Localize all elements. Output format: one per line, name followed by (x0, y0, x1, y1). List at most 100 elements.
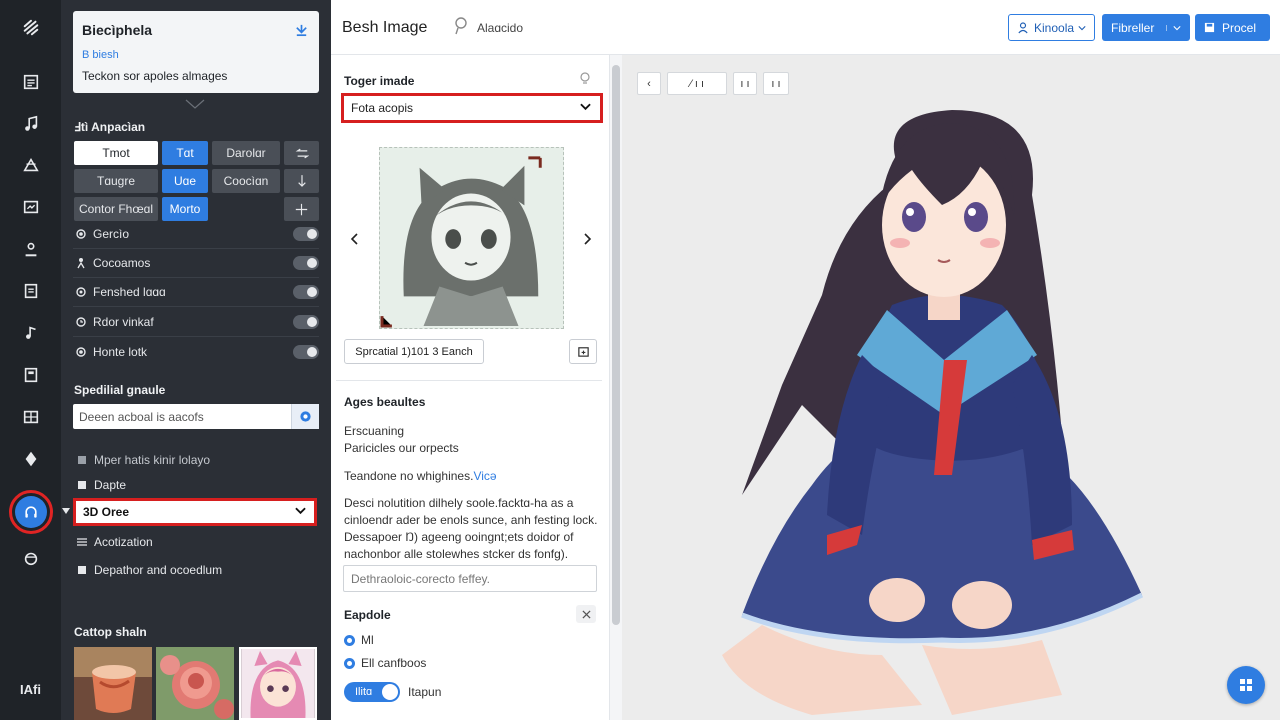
toggle-label: Gercìo (93, 226, 130, 241)
gallery-thumb-rose[interactable] (156, 647, 234, 720)
option-button-1[interactable]: Tmot (74, 141, 158, 165)
option-button-8[interactable]: Morto (162, 197, 208, 221)
radio-label: Ml (361, 633, 374, 647)
ages-line-1: Erscuaning (344, 424, 405, 438)
list-row-2[interactable]: Dapte (75, 478, 126, 492)
square-icon (75, 480, 89, 490)
chevron-right-icon[interactable] (584, 233, 592, 245)
toggle-row-4[interactable]: Rdor vinkaf (73, 307, 319, 337)
toggle-label: Cocoamos (93, 255, 151, 270)
music-icon[interactable] (12, 107, 50, 141)
feature-button[interactable]: Fibreller (1102, 14, 1190, 41)
shape-icon[interactable] (12, 148, 50, 182)
chevron-down-icon (295, 507, 306, 515)
list-row-label: Mper hatis kinir lolayo (94, 453, 211, 467)
diamond-icon[interactable] (12, 442, 50, 476)
option-button-4[interactable]: Tɑugre (74, 169, 158, 193)
close-button[interactable] (576, 605, 596, 623)
toggle-row-3[interactable]: Fenshed lɑɑɑ (73, 277, 319, 307)
section-label: Ⅎtì Anpacìan (74, 120, 146, 134)
style-select[interactable]: 3D Oree (73, 498, 317, 526)
circle-icon[interactable] (12, 541, 50, 575)
account-button[interactable]: Kinoola (1008, 14, 1095, 41)
toolbar-align-button[interactable]: ⁄ ı ı (667, 72, 727, 95)
option-button-7[interactable]: Contor Fhœɑl (74, 197, 158, 221)
list-row-1[interactable]: Mper hatis kinir lolayo (75, 453, 210, 467)
note-icon[interactable] (12, 316, 50, 350)
chevron-down-icon (580, 103, 591, 111)
toggle-row-5[interactable]: Honte lotk (73, 337, 319, 367)
prompt-heading-link[interactable]: Vicə (473, 469, 496, 483)
target-select[interactable]: Fota acopis (341, 93, 603, 123)
chevron-left-icon[interactable] (350, 233, 358, 245)
crop-button[interactable] (569, 339, 597, 364)
toolbar-back-button[interactable]: ‹ (637, 72, 661, 95)
special-input-value: Deeen acboal is aacofs (79, 409, 204, 424)
proceed-button[interactable]: Procel (1195, 14, 1270, 41)
option-button-5[interactable]: Uɑe (162, 169, 208, 193)
preset-card[interactable]: Biecìphela Β biesh Teckon sor apoles alm… (73, 11, 319, 93)
toggle-label: Honte lotk (93, 345, 148, 359)
settings-panel: Biecìphela Β biesh Teckon sor apoles alm… (61, 0, 331, 720)
toggle-row-1[interactable]: Gercìo (73, 219, 319, 249)
toggle-switch[interactable] (293, 226, 319, 241)
toggle-switch[interactable]: Ilitɑ (344, 682, 400, 702)
toggle-switch[interactable] (293, 284, 319, 299)
option-button-2[interactable]: Tɑt (162, 141, 208, 165)
user-icon[interactable] (12, 232, 50, 266)
toggle-on-label: Ilitɑ (355, 686, 373, 698)
middle-scrollbar[interactable] (610, 55, 622, 720)
card-subtitle[interactable]: Β biesh (82, 49, 119, 61)
person-icon (73, 257, 89, 269)
gallery-thumb-anime[interactable] (239, 647, 317, 720)
image-canvas[interactable] (622, 55, 1280, 720)
target-preview[interactable] (379, 147, 564, 329)
list-row-label: Depathor and ocoedlum (94, 563, 223, 577)
toggle-row-2[interactable]: Cocoamos (73, 248, 319, 278)
search-icon[interactable] (291, 404, 319, 429)
pin-icon[interactable] (294, 23, 309, 38)
palette-icon (73, 286, 89, 297)
radio-option-2[interactable]: Ell canfboos (344, 656, 426, 670)
radio-icon (344, 634, 355, 646)
arrow-left-button[interactable] (284, 141, 319, 165)
headphones-button[interactable] (9, 490, 53, 534)
caret-icon (62, 508, 70, 514)
user-icon (1018, 21, 1028, 34)
collapse-caret-icon[interactable] (185, 99, 205, 109)
prompt-heading-text: Teandone no whighines. (344, 469, 474, 483)
image-icon[interactable] (12, 190, 50, 224)
toolbar-split-button[interactable]: ı ı (733, 72, 757, 95)
document-icon[interactable] (12, 274, 50, 308)
grid-icon[interactable] (12, 400, 50, 434)
list-row-3[interactable]: Acotization (75, 535, 153, 549)
grid-icon (1238, 677, 1254, 693)
toggle-option[interactable]: Ilitɑ Itapun (344, 682, 441, 702)
clock-icon (73, 316, 89, 327)
radio-icon (344, 657, 355, 669)
special-input[interactable]: Deeen acboal is aacofs (73, 404, 319, 429)
header-subtitle[interactable]: Alaɑcido (477, 21, 523, 35)
lightbulb-icon[interactable] (579, 72, 591, 84)
negative-prompt-input[interactable]: Dethraoloic-corecto feffey. (343, 565, 597, 592)
pin-icon[interactable] (452, 16, 470, 36)
option-button-3[interactable]: Darolɑr (212, 141, 280, 165)
size-pill[interactable]: Sprcatial 1)101 3 Eanch (344, 339, 484, 364)
rail-bottom-label[interactable]: IAfi (0, 682, 61, 697)
toggle-switch[interactable] (293, 314, 319, 329)
logo-icon[interactable] (12, 11, 50, 45)
radio-option-1[interactable]: Ml (344, 633, 374, 647)
fab-button[interactable] (1227, 666, 1265, 704)
frame-icon[interactable] (12, 358, 50, 392)
option-button-6[interactable]: Coocìɑn (212, 169, 280, 193)
toolbar-columns-button[interactable]: ı ı (763, 72, 789, 95)
gallery-thumb-drink[interactable] (74, 647, 152, 720)
list-row-4[interactable]: Depathor and ocoedlum (75, 563, 222, 577)
toggle-switch[interactable] (293, 255, 319, 270)
list-icon[interactable] (12, 65, 50, 99)
move-button[interactable] (284, 197, 319, 221)
scrollbar-thumb[interactable] (612, 65, 620, 625)
move-icon (295, 203, 308, 216)
toggle-switch[interactable] (293, 345, 319, 359)
arrow-down-button[interactable] (284, 169, 319, 193)
